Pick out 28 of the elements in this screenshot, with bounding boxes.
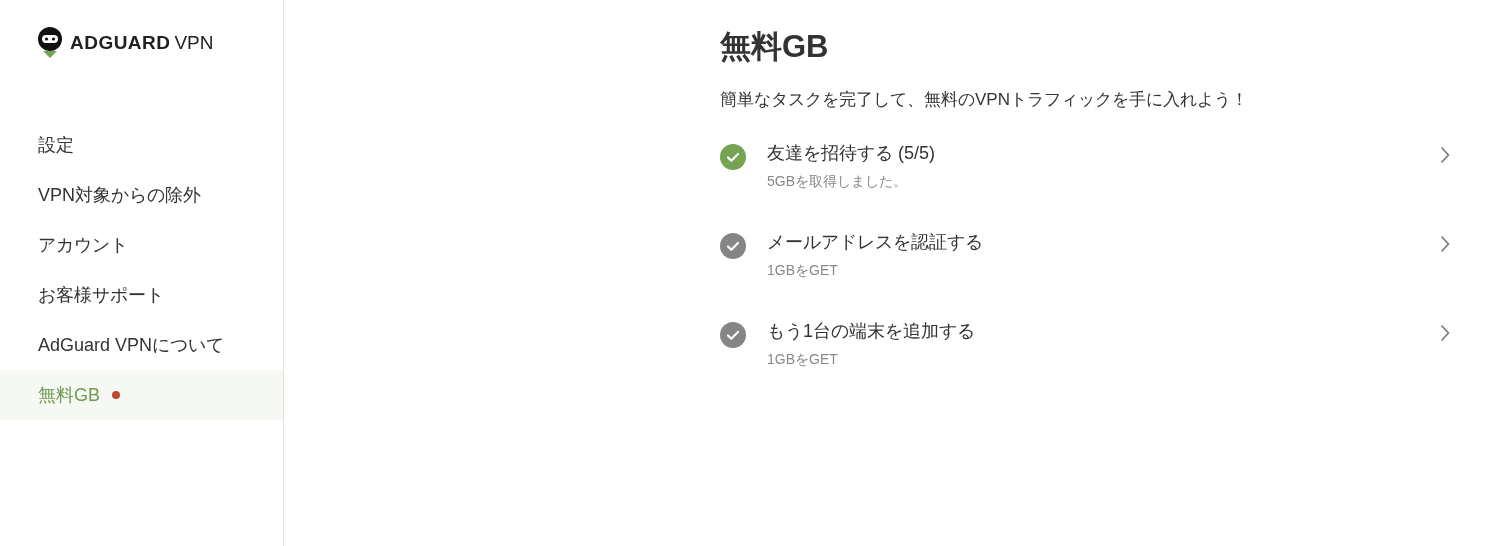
chevron-right-icon [1440,235,1450,253]
task-detail: 1GBをGET [767,350,839,369]
logo-brand: ADGUARD [70,30,171,55]
task-title: メールアドレスを認証する [767,231,984,254]
task-detail: 1GBをGET [767,261,839,280]
sidebar-item[interactable]: お客様サポート [0,270,283,320]
chevron-right-icon [1440,146,1450,164]
sidebar-item-label: AdGuard VPNについて [38,333,225,357]
task-row[interactable]: 友達を招待する (5/5) 5GBを取得しました。 [720,138,1450,227]
sidebar-item-label: 無料GB [38,383,100,407]
sidebar-item[interactable]: 設定 [0,120,283,170]
chevron-right-icon [1440,324,1450,342]
sidebar-item[interactable]: VPN対象からの除外 [0,170,283,220]
sidebar-item[interactable]: AdGuard VPNについて [0,320,283,370]
sidebar-item-label: アカウント [38,233,128,257]
task-title: 友達を招待する (5/5) [767,142,936,165]
task-title: もう1台の端末を追加する [767,320,976,343]
logo-icon [38,26,62,60]
page-title: 無料GB [720,28,830,66]
task-detail: 5GBを取得しました。 [767,172,908,191]
task-row[interactable]: もう1台の端末を追加する 1GBをGET [720,316,1450,405]
logo-product: VPN [174,30,214,55]
task-row[interactable]: メールアドレスを認証する 1GBをGET [720,227,1450,316]
sidebar-item-label: VPN対象からの除外 [38,183,201,207]
page-subtitle: 簡単なタスクを完了して、無料のVPNトラフィックを手に入れよう！ [720,88,1249,111]
sidebar-item[interactable]: アカウント [0,220,283,270]
sidebar-item-label: 設定 [38,133,74,157]
sidebar-item-label: お客様サポート [38,283,164,307]
